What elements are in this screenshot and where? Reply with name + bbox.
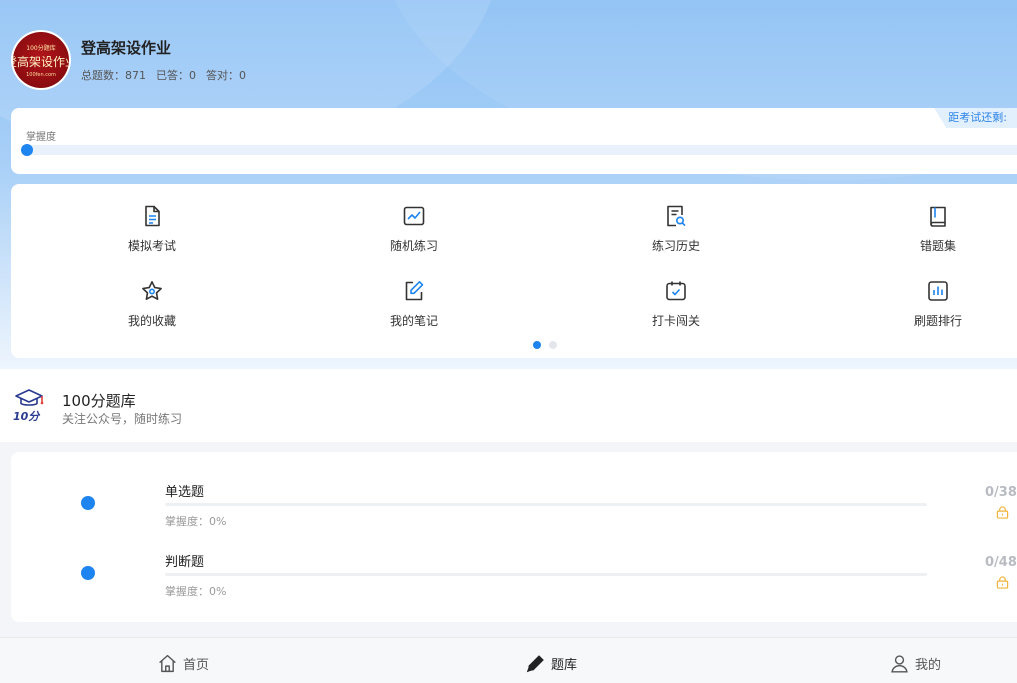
- type-indicator-dot: [81, 496, 95, 510]
- book-icon: [930, 206, 946, 227]
- ranking-button[interactable]: 刷题排行: [878, 279, 998, 339]
- bank-logo-text: 10分: [13, 410, 41, 423]
- lock-icon: [996, 576, 1009, 589]
- calendar-check-icon: [666, 281, 686, 301]
- function-label: 刷题排行: [913, 314, 962, 328]
- question-type-row-single[interactable]: 单选题 掌握度：0% 0/389: [0, 468, 1017, 538]
- subject-title: 登高架设作业: [81, 39, 172, 57]
- avatar-top-text: 100分题库: [26, 44, 56, 52]
- random-practice-button[interactable]: 随机练习: [354, 204, 474, 264]
- history-search-icon: [667, 205, 686, 227]
- exam-countdown-tag[interactable]: 距考试还剩:: [934, 108, 1017, 128]
- pager-dot[interactable]: [549, 341, 557, 349]
- user-icon: [891, 655, 908, 673]
- correct-count: 答对：0: [206, 69, 246, 82]
- subject-stats: 总题数：871 已答：0 答对：0: [81, 67, 246, 83]
- mock-exam-button[interactable]: 模拟考试: [92, 204, 212, 264]
- type-indicator-dot: [81, 566, 95, 580]
- check-in-button[interactable]: 打卡闯关: [616, 279, 736, 339]
- type-mastery: 掌握度：0%: [165, 585, 227, 598]
- grid-pager: [533, 341, 557, 349]
- function-label: 我的收藏: [127, 314, 176, 328]
- question-type-row-judge[interactable]: 判断题 掌握度：0% 0/482: [0, 538, 1017, 608]
- graduation-cap-logo-icon: 10分: [13, 389, 44, 423]
- type-count: 0/389: [985, 485, 1017, 500]
- subject-logo: 100分题库 登高架设作业 100fen.com: [13, 32, 69, 88]
- note-edit-icon: [405, 281, 424, 301]
- type-count: 0/482: [985, 555, 1017, 570]
- type-name: 单选题: [165, 485, 205, 500]
- function-label: 错题集: [919, 239, 956, 253]
- my-notes-button[interactable]: 我的笔记: [354, 279, 474, 339]
- function-label: 模拟考试: [127, 239, 176, 253]
- bank-banner[interactable]: [0, 369, 1017, 442]
- mastery-label: 掌握度: [26, 132, 56, 143]
- pencil-icon: [526, 655, 544, 673]
- practice-history-button[interactable]: 练习历史: [616, 204, 736, 264]
- mastery-card: 距考试还剩: 掌握度: [11, 108, 1017, 174]
- type-progress-bar: [165, 503, 927, 506]
- avatar-bottom-text: 100fen.com: [26, 71, 56, 78]
- bank-title: 100分题库: [62, 392, 136, 410]
- lock-icon: [996, 506, 1009, 519]
- function-label: 打卡闯关: [651, 314, 700, 328]
- type-progress-bar: [165, 573, 927, 576]
- wrong-questions-button[interactable]: 错题集: [878, 204, 998, 264]
- function-label: 我的笔记: [389, 314, 438, 328]
- nav-home-label: 首页: [183, 658, 210, 673]
- type-mastery: 掌握度：0%: [165, 515, 227, 528]
- nav-question-bank[interactable]: 题库: [525, 653, 577, 674]
- chart-line-icon: [403, 206, 425, 226]
- total-questions: 总题数：871: [81, 69, 146, 82]
- document-icon: [145, 205, 160, 227]
- avatar-main-text: 登高架设作业: [13, 54, 69, 69]
- nav-question-bank-label: 题库: [551, 658, 578, 673]
- mastery-progress-knob: [21, 144, 33, 156]
- function-label: 练习历史: [651, 239, 700, 253]
- nav-mine-label: 我的: [915, 658, 942, 673]
- answered-count: 已答：0: [156, 69, 196, 82]
- subject-avatar[interactable]: 100分题库 登高架设作业 100fen.com: [11, 30, 71, 90]
- bar-chart-icon: [928, 281, 948, 301]
- type-name: 判断题: [165, 555, 205, 570]
- bottom-navigation: 首页 题库 我的: [0, 637, 1017, 683]
- star-icon: [142, 281, 162, 300]
- bank-subtitle: 关注公众号，随时练习: [62, 412, 183, 426]
- mastery-progress-bar: [26, 145, 1017, 155]
- nav-home[interactable]: 首页: [157, 653, 209, 674]
- home-icon: [159, 654, 176, 673]
- pager-dot-active[interactable]: [533, 341, 541, 349]
- nav-mine[interactable]: 我的: [889, 653, 941, 674]
- function-label: 随机练习: [389, 239, 438, 253]
- my-favorites-button[interactable]: 我的收藏: [92, 279, 212, 339]
